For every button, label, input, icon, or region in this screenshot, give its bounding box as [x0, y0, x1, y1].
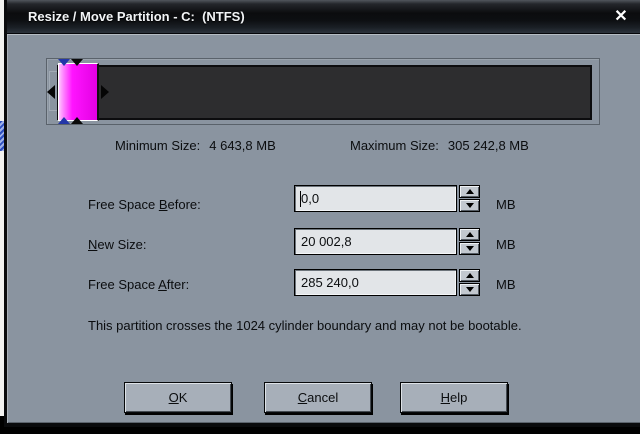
close-icon[interactable]: ✕ — [610, 5, 632, 27]
dialog-title: Resize / Move Partition - C: (NTFS) — [28, 9, 245, 24]
spin-up-icon — [465, 189, 474, 194]
spin-down-button[interactable] — [459, 199, 480, 212]
free-space-after-spinner — [459, 269, 480, 296]
boundary-warning-text: This partition crosses the 1024 cylinder… — [88, 318, 522, 333]
free-space-before-spinner — [459, 185, 480, 212]
bottom-blue-arrow-icon — [58, 117, 70, 124]
help-button[interactable]: Help — [400, 382, 508, 413]
free-space-before-label: Free Space Before: — [88, 197, 201, 212]
spin-up-button[interactable] — [459, 269, 480, 282]
minimum-size: Minimum Size: 4 643,8 MB — [115, 138, 276, 153]
left-resize-handle-icon[interactable] — [47, 85, 55, 99]
spin-up-button[interactable] — [459, 185, 480, 198]
right-resize-handle-icon[interactable] — [101, 85, 109, 99]
top-blue-arrow-icon — [58, 59, 70, 66]
spin-down-button[interactable] — [459, 283, 480, 296]
partition-map — [46, 58, 600, 125]
new-size-input[interactable] — [295, 229, 456, 254]
new-size-label: New Size: — [88, 237, 147, 252]
maximum-size-value: 305 242,8 MB — [447, 138, 529, 153]
free-space-before-field-frame — [294, 185, 457, 212]
spin-up-button[interactable] — [459, 228, 480, 241]
minimum-size-label: Minimum Size: — [115, 138, 201, 153]
minimum-size-value: 4 643,8 MB — [209, 138, 276, 153]
screen: Resize / Move Partition - C: (NTFS) ✕ Mi… — [0, 0, 640, 434]
cancel-button[interactable]: Cancel — [264, 382, 372, 413]
free-space-after-label: Free Space After: — [88, 277, 190, 292]
spin-down-icon — [465, 287, 474, 292]
new-size-unit: MB — [496, 237, 516, 252]
dialog-client-area: Minimum Size: 4 643,8 MB Maximum Size: 305… — [7, 33, 640, 423]
free-space-before-input[interactable] — [295, 186, 456, 211]
free-space-after-field-frame — [294, 269, 457, 296]
resize-move-partition-dialog: Resize / Move Partition - C: (NTFS) ✕ Mi… — [4, 0, 640, 427]
disk-bar — [57, 65, 592, 120]
free-space-after-input[interactable] — [295, 270, 456, 295]
free-space-after-unit: MB — [496, 277, 516, 292]
spin-down-button[interactable] — [459, 242, 480, 255]
titlebar[interactable]: Resize / Move Partition - C: (NTFS) ✕ — [7, 0, 640, 33]
spin-down-icon — [465, 246, 474, 251]
maximum-size-label: Maximum Size: — [350, 138, 439, 153]
spin-up-icon — [465, 232, 474, 237]
bottom-black-arrow-icon — [71, 117, 83, 124]
new-size-field-frame — [294, 228, 457, 255]
free-space-before-unit: MB — [496, 197, 516, 212]
top-black-arrow-icon — [71, 59, 83, 66]
partition-block[interactable] — [58, 63, 99, 121]
ok-button[interactable]: OK — [124, 382, 232, 413]
spin-down-icon — [465, 203, 474, 208]
maximum-size: Maximum Size: 305 242,8 MB — [350, 138, 529, 153]
new-size-spinner — [459, 228, 480, 255]
spin-up-icon — [465, 273, 474, 278]
size-info-row: Minimum Size: 4 643,8 MB Maximum Size: 305… — [7, 138, 640, 154]
